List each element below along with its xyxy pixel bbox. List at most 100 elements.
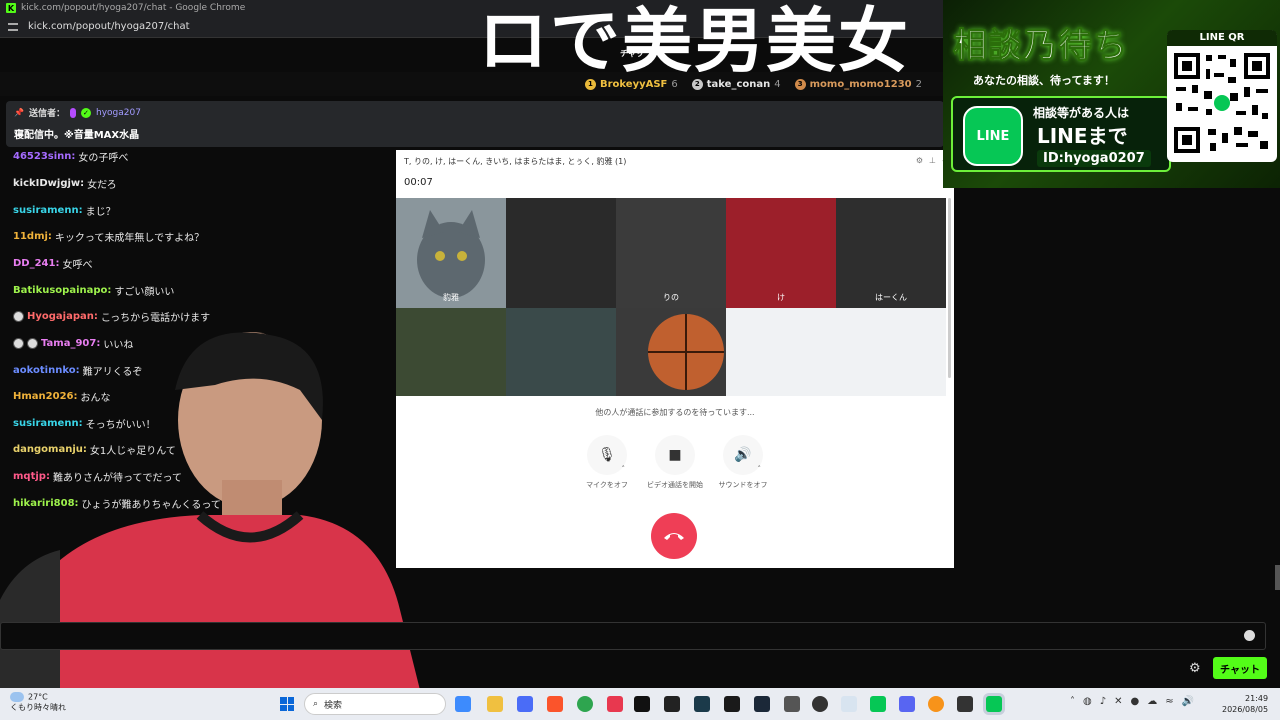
- app-icon-8[interactable]: [957, 696, 973, 712]
- glyph: ■: [668, 447, 682, 463]
- settings-icon[interactable]: ⚙: [916, 156, 923, 165]
- kick-logo-icon: K: [6, 3, 16, 13]
- line-call-icon[interactable]: [986, 696, 1002, 712]
- participant-tile[interactable]: [836, 308, 946, 396]
- call-control-button[interactable]: 🎙 ˄ マイクをオフ: [586, 435, 628, 490]
- chat-settings-icon[interactable]: ⚙: [1189, 661, 1201, 676]
- weather-desc: くもり時々晴れ: [10, 702, 66, 712]
- wifi-icon[interactable]: ≈: [1165, 696, 1173, 707]
- app-icon-7[interactable]: [928, 696, 944, 712]
- pin-window-icon[interactable]: ⊥: [929, 156, 936, 165]
- file-explorer-icon[interactable]: [455, 696, 471, 712]
- chat-username[interactable]: Hyogajapan:: [27, 311, 98, 322]
- leaderboard-name: take_conan: [706, 78, 771, 90]
- hang-up-button[interactable]: [651, 513, 697, 559]
- promo-line-2: LINEまで: [1037, 124, 1128, 148]
- participant-tile[interactable]: [616, 308, 726, 396]
- mic-tray-icon[interactable]: ♪: [1100, 696, 1106, 707]
- chat-text: 女の子呼べ: [78, 153, 129, 164]
- chat-text: まじ？: [85, 207, 116, 218]
- app-icon-2[interactable]: [607, 696, 623, 712]
- chat-text: こっちから電話かけます: [100, 313, 211, 324]
- brave-icon[interactable]: [547, 696, 563, 712]
- start-button-icon[interactable]: [280, 697, 294, 711]
- clock-time: 21:49: [1245, 694, 1269, 703]
- windows-taskbar: 27°C くもり時々晴れ ⌕ 検索 ˄ ◍ ♪ ✕ ● ☁ ≈ 🔊 21:49 …: [0, 688, 1280, 720]
- site-info-icon[interactable]: [8, 22, 18, 31]
- chrome-icon[interactable]: [577, 696, 593, 712]
- steam-icon[interactable]: [754, 696, 770, 712]
- chat-username[interactable]: 11dmj:: [13, 231, 52, 242]
- leaderboard-name: BrokeyyASF: [599, 78, 668, 90]
- leaderboard-entry[interactable]: 2 take_conan 4: [691, 78, 781, 90]
- app-tray-icon[interactable]: ●: [1131, 696, 1140, 707]
- participant-name: け: [777, 293, 785, 302]
- rank-badge-icon: 1: [584, 78, 596, 90]
- window-title: kick.com/popout/hyoga207/chat - Google C…: [21, 3, 246, 13]
- stream-overlay-small-text: チャッ: [620, 49, 644, 58]
- chat-username[interactable]: susiramenn:: [13, 205, 83, 216]
- call-scrollbar[interactable]: [948, 198, 951, 378]
- chat-input[interactable]: [0, 622, 1266, 650]
- network-icon[interactable]: ◍: [1083, 696, 1092, 707]
- leaderboard-count: 6: [671, 78, 678, 90]
- pinned-username[interactable]: hyoga207: [96, 108, 141, 118]
- chat-username[interactable]: Batikusopainapo:: [13, 285, 111, 296]
- call-control-label: サウンドをオフ: [718, 481, 768, 489]
- participant-tile[interactable]: りの: [616, 198, 726, 308]
- pinned-message[interactable]: 📌 送信者： ✓ hyoga207 寝配信中。※音量MAX水晶: [6, 101, 944, 147]
- app-icon-3[interactable]: [664, 696, 680, 712]
- participant-tile[interactable]: け: [726, 198, 836, 308]
- line-promo-banner: 相談乃待ち あなたの相談、待ってます！ LINE 相談等がある人は LINEまで…: [943, 0, 1280, 188]
- participant-tile[interactable]: [396, 308, 506, 396]
- glyph: 🎙: [598, 447, 616, 463]
- close-tray-icon[interactable]: ✕: [1114, 696, 1122, 707]
- participant-tile[interactable]: [506, 198, 616, 308]
- chevron-up-icon[interactable]: ˄: [1070, 696, 1075, 707]
- taskbar-search[interactable]: ⌕ 検索: [304, 693, 446, 715]
- stream-overlay-title: ロで美男美女: [478, 0, 910, 82]
- participant-tile[interactable]: [506, 308, 616, 396]
- caret-up-icon[interactable]: ˄: [758, 465, 762, 473]
- rank-badge-icon: 2: [691, 78, 703, 90]
- onedrive-icon[interactable]: ☁: [1147, 696, 1157, 707]
- speaker-icon[interactable]: 🔊 ˄: [723, 435, 763, 475]
- participant-tile[interactable]: [726, 308, 836, 396]
- chat-text: キックって未成年無しですよね？: [54, 233, 205, 244]
- kick-app-icon[interactable]: [724, 696, 740, 712]
- leaderboard-entry[interactable]: 1 BrokeyyASF 6: [584, 78, 678, 90]
- weather-widget[interactable]: 27°C くもり時々晴れ: [10, 692, 66, 713]
- discord-icon[interactable]: [899, 696, 915, 712]
- chat-username[interactable]: DD_241:: [13, 258, 59, 269]
- app-icon-1[interactable]: [517, 696, 533, 712]
- obs-icon[interactable]: [812, 696, 828, 712]
- chat-username[interactable]: kickIDwjgjw:: [13, 178, 84, 189]
- chat-username[interactable]: 46523sinn:: [13, 151, 75, 162]
- mic-icon[interactable]: 🎙 ˄: [587, 435, 627, 475]
- glyph: 🔊: [734, 447, 752, 463]
- video-icon[interactable]: ■: [655, 435, 695, 475]
- taskbar-clock[interactable]: 21:49 2026/08/05: [1222, 693, 1268, 715]
- url-text[interactable]: kick.com/popout/hyoga207/chat: [28, 21, 190, 32]
- page-scrollbar[interactable]: [1275, 565, 1280, 590]
- cloud-icon: [10, 692, 24, 702]
- participant-tile[interactable]: 豹雅: [396, 198, 506, 308]
- emoji-icon[interactable]: [1244, 630, 1255, 641]
- leaderboard-entry[interactable]: 3 momo_momo1230 2: [794, 78, 922, 90]
- tiktok-icon[interactable]: [634, 696, 650, 712]
- call-window-controls: ⚙ ⊥ –: [916, 156, 946, 165]
- app-icon-5[interactable]: [784, 696, 800, 712]
- line-app-icon[interactable]: [870, 696, 886, 712]
- caret-up-icon[interactable]: ˄: [622, 465, 626, 473]
- call-control-button[interactable]: ■ ビデオ通話を開始: [647, 435, 703, 490]
- call-control-button[interactable]: 🔊 ˄ サウンドをオフ: [719, 435, 768, 490]
- send-chat-button[interactable]: チャット: [1213, 657, 1267, 679]
- app-icon-4[interactable]: [694, 696, 710, 712]
- chat-text: 女だろ: [87, 180, 117, 191]
- app-icon-6[interactable]: [841, 696, 857, 712]
- folder-icon[interactable]: [487, 696, 503, 712]
- participant-tile[interactable]: はーくん: [836, 198, 946, 308]
- volume-icon[interactable]: 🔊: [1182, 696, 1194, 707]
- broadcaster-badge-icon: [69, 107, 76, 118]
- pinned-message-text: 寝配信中。※音量MAX水晶: [14, 130, 140, 141]
